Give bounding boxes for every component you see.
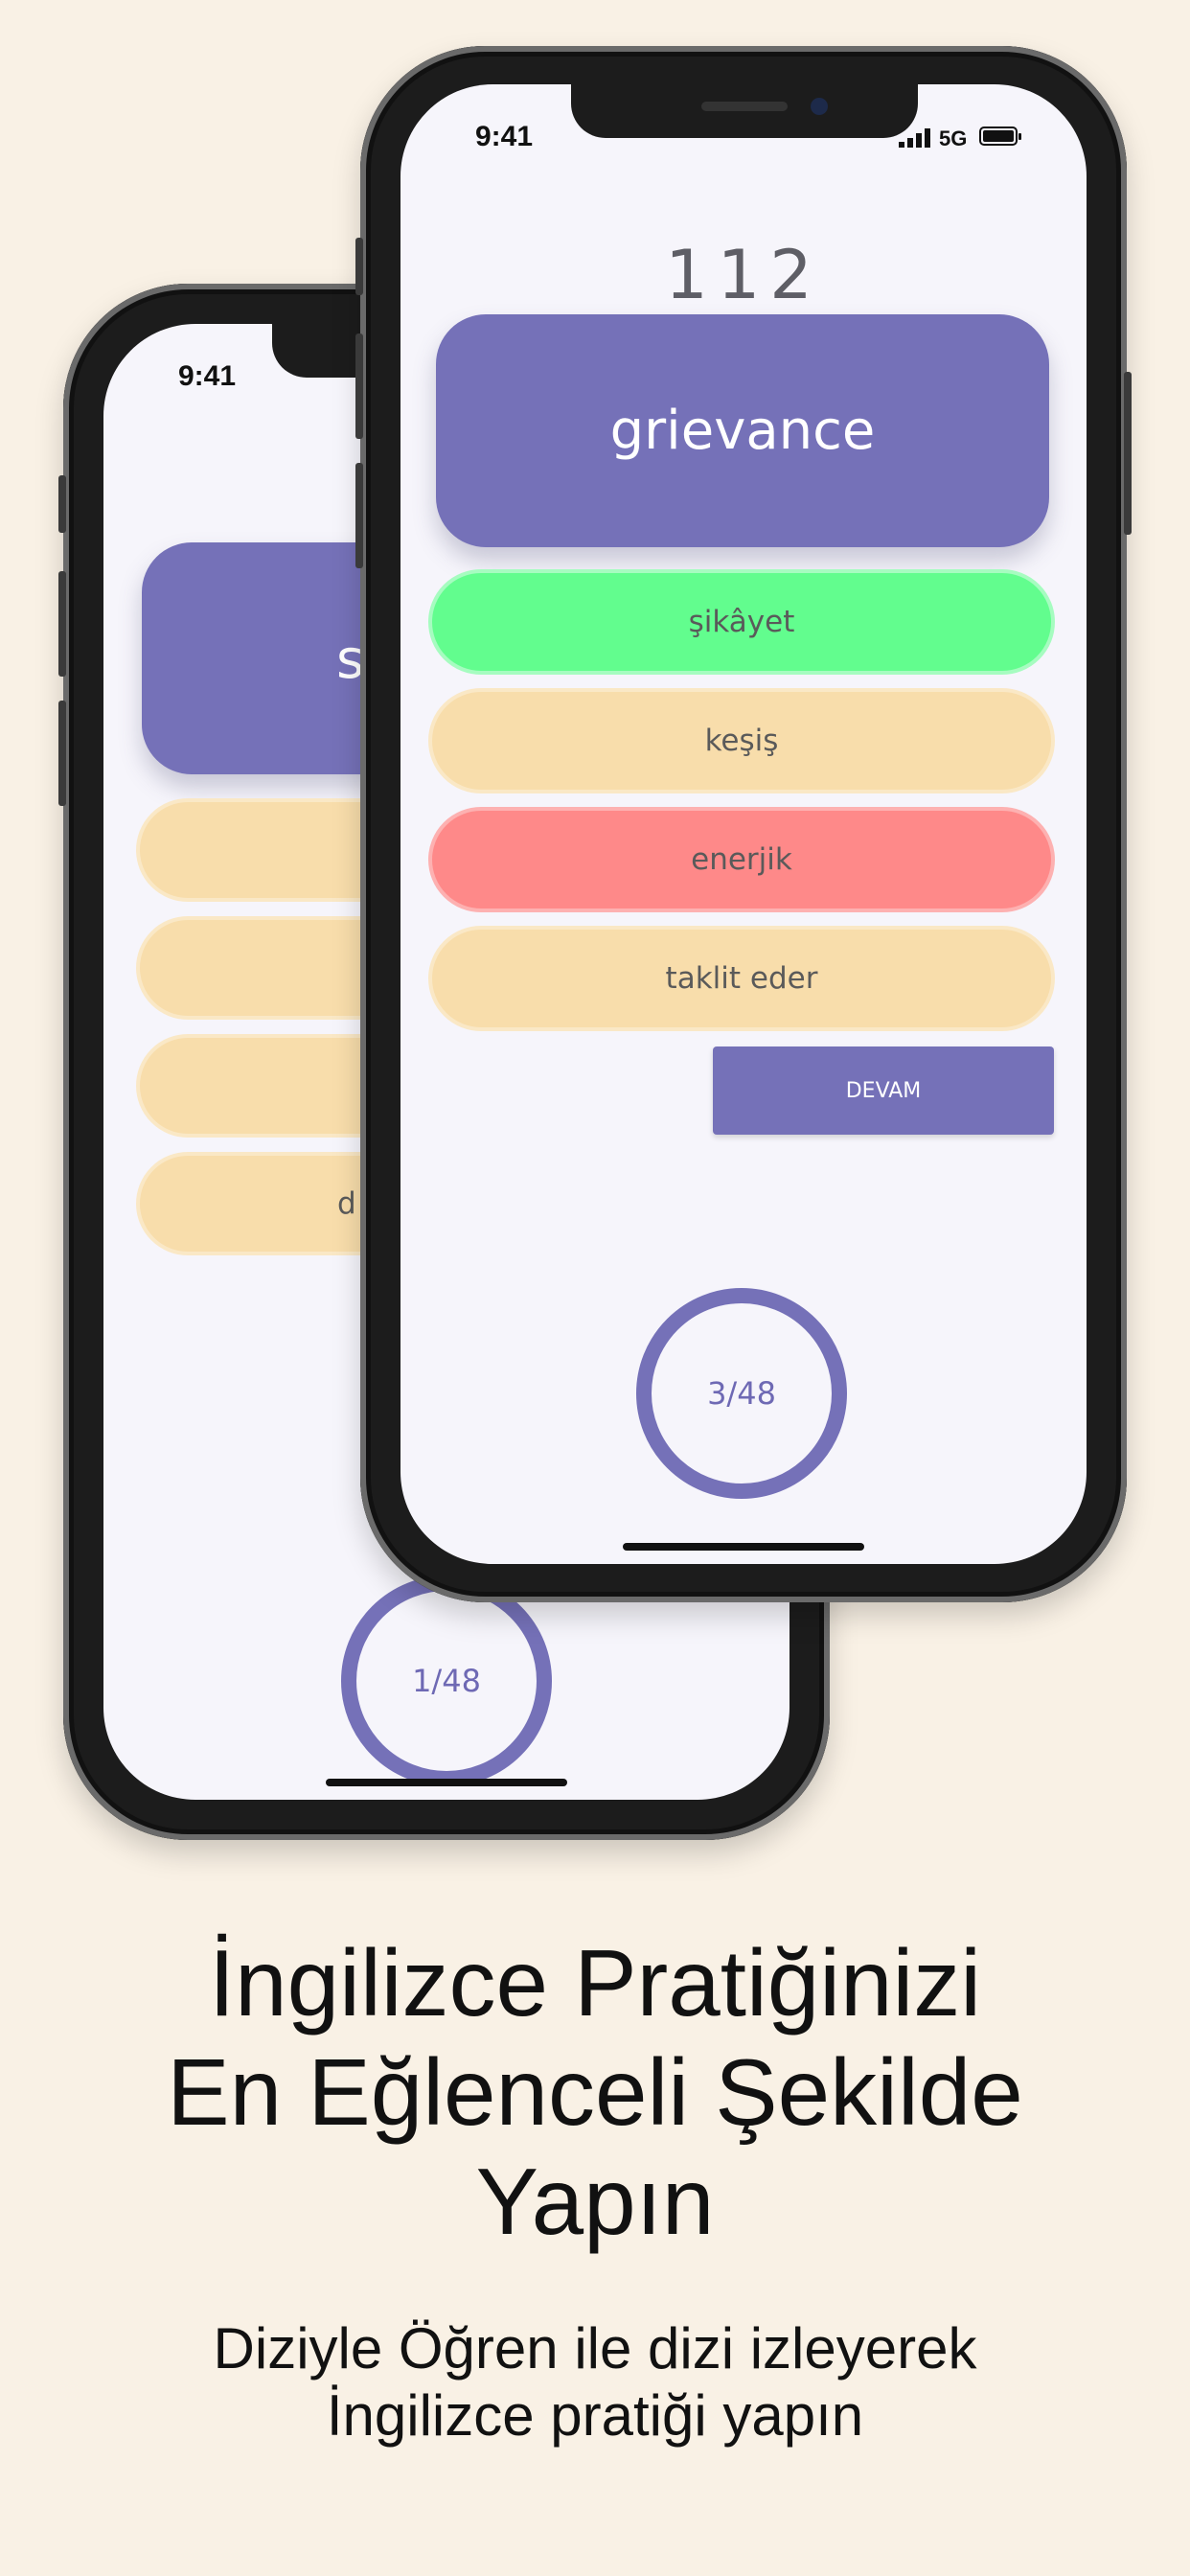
front-phone-frame: 9:41 5G 112 grievance şikâyet keşiş ener… [355, 46, 1132, 1602]
score-counter: 112 [665, 236, 822, 314]
answer-option-label: taklit eder [665, 961, 818, 996]
answer-option-label: keşiş [704, 724, 779, 758]
home-indicator[interactable] [623, 1543, 864, 1551]
front-phone-screen: 9:41 5G 112 grievance şikâyet keşiş ener… [400, 84, 1087, 1564]
battery-icon [979, 126, 1021, 146]
network-label: 5G [939, 126, 968, 150]
volume-up-button [355, 334, 363, 439]
silent-switch [355, 238, 363, 295]
headline-line: Yapın [475, 2149, 715, 2254]
continue-button-label: DEVAM [845, 1078, 922, 1103]
status-time: 9:41 [475, 121, 534, 152]
home-indicator[interactable] [326, 1779, 567, 1786]
speaker-grille [701, 102, 788, 111]
progress-ring: 1/48 [341, 1576, 552, 1786]
answer-option[interactable]: taklit eder [428, 926, 1055, 1031]
answer-option-wrong[interactable]: enerjik [428, 807, 1055, 912]
word-text: grievance [609, 400, 876, 462]
silent-switch [58, 475, 66, 533]
volume-down-button [355, 463, 363, 568]
subtitle-line: İngilizce pratiği yapın [326, 2383, 864, 2448]
progress-ring: 3/48 [636, 1288, 847, 1499]
camera-icon [811, 98, 828, 115]
promo-subtitle: Diziyle Öğren ile dizi izleyerek İngiliz… [0, 2315, 1190, 2450]
answer-option-label: şikâyet [688, 605, 795, 639]
signal-icon [899, 128, 931, 148]
notch [571, 84, 918, 138]
headline-line: En Eğlenceli Şekilde [167, 2039, 1023, 2145]
progress-label: 1/48 [412, 1663, 481, 1699]
answer-option[interactable]: keşiş [428, 688, 1055, 794]
answer-option-correct[interactable]: şikâyet [428, 569, 1055, 675]
status-time: 9:41 [178, 360, 237, 392]
headline-line: İngilizce Pratiğinizi [208, 1930, 982, 2036]
word-card: grievance [436, 314, 1049, 547]
volume-up-button [58, 571, 66, 677]
subtitle-line: Diziyle Öğren ile dizi izleyerek [213, 2316, 977, 2380]
volume-down-button [58, 701, 66, 806]
power-button [1124, 372, 1132, 535]
answer-option-label: d [337, 1186, 356, 1221]
promo-headline: İngilizce Pratiğinizi En Eğlenceli Şekil… [0, 1928, 1190, 2256]
answer-option-label: enerjik [691, 842, 792, 877]
progress-label: 3/48 [707, 1375, 776, 1412]
continue-button[interactable]: DEVAM [713, 1046, 1054, 1135]
